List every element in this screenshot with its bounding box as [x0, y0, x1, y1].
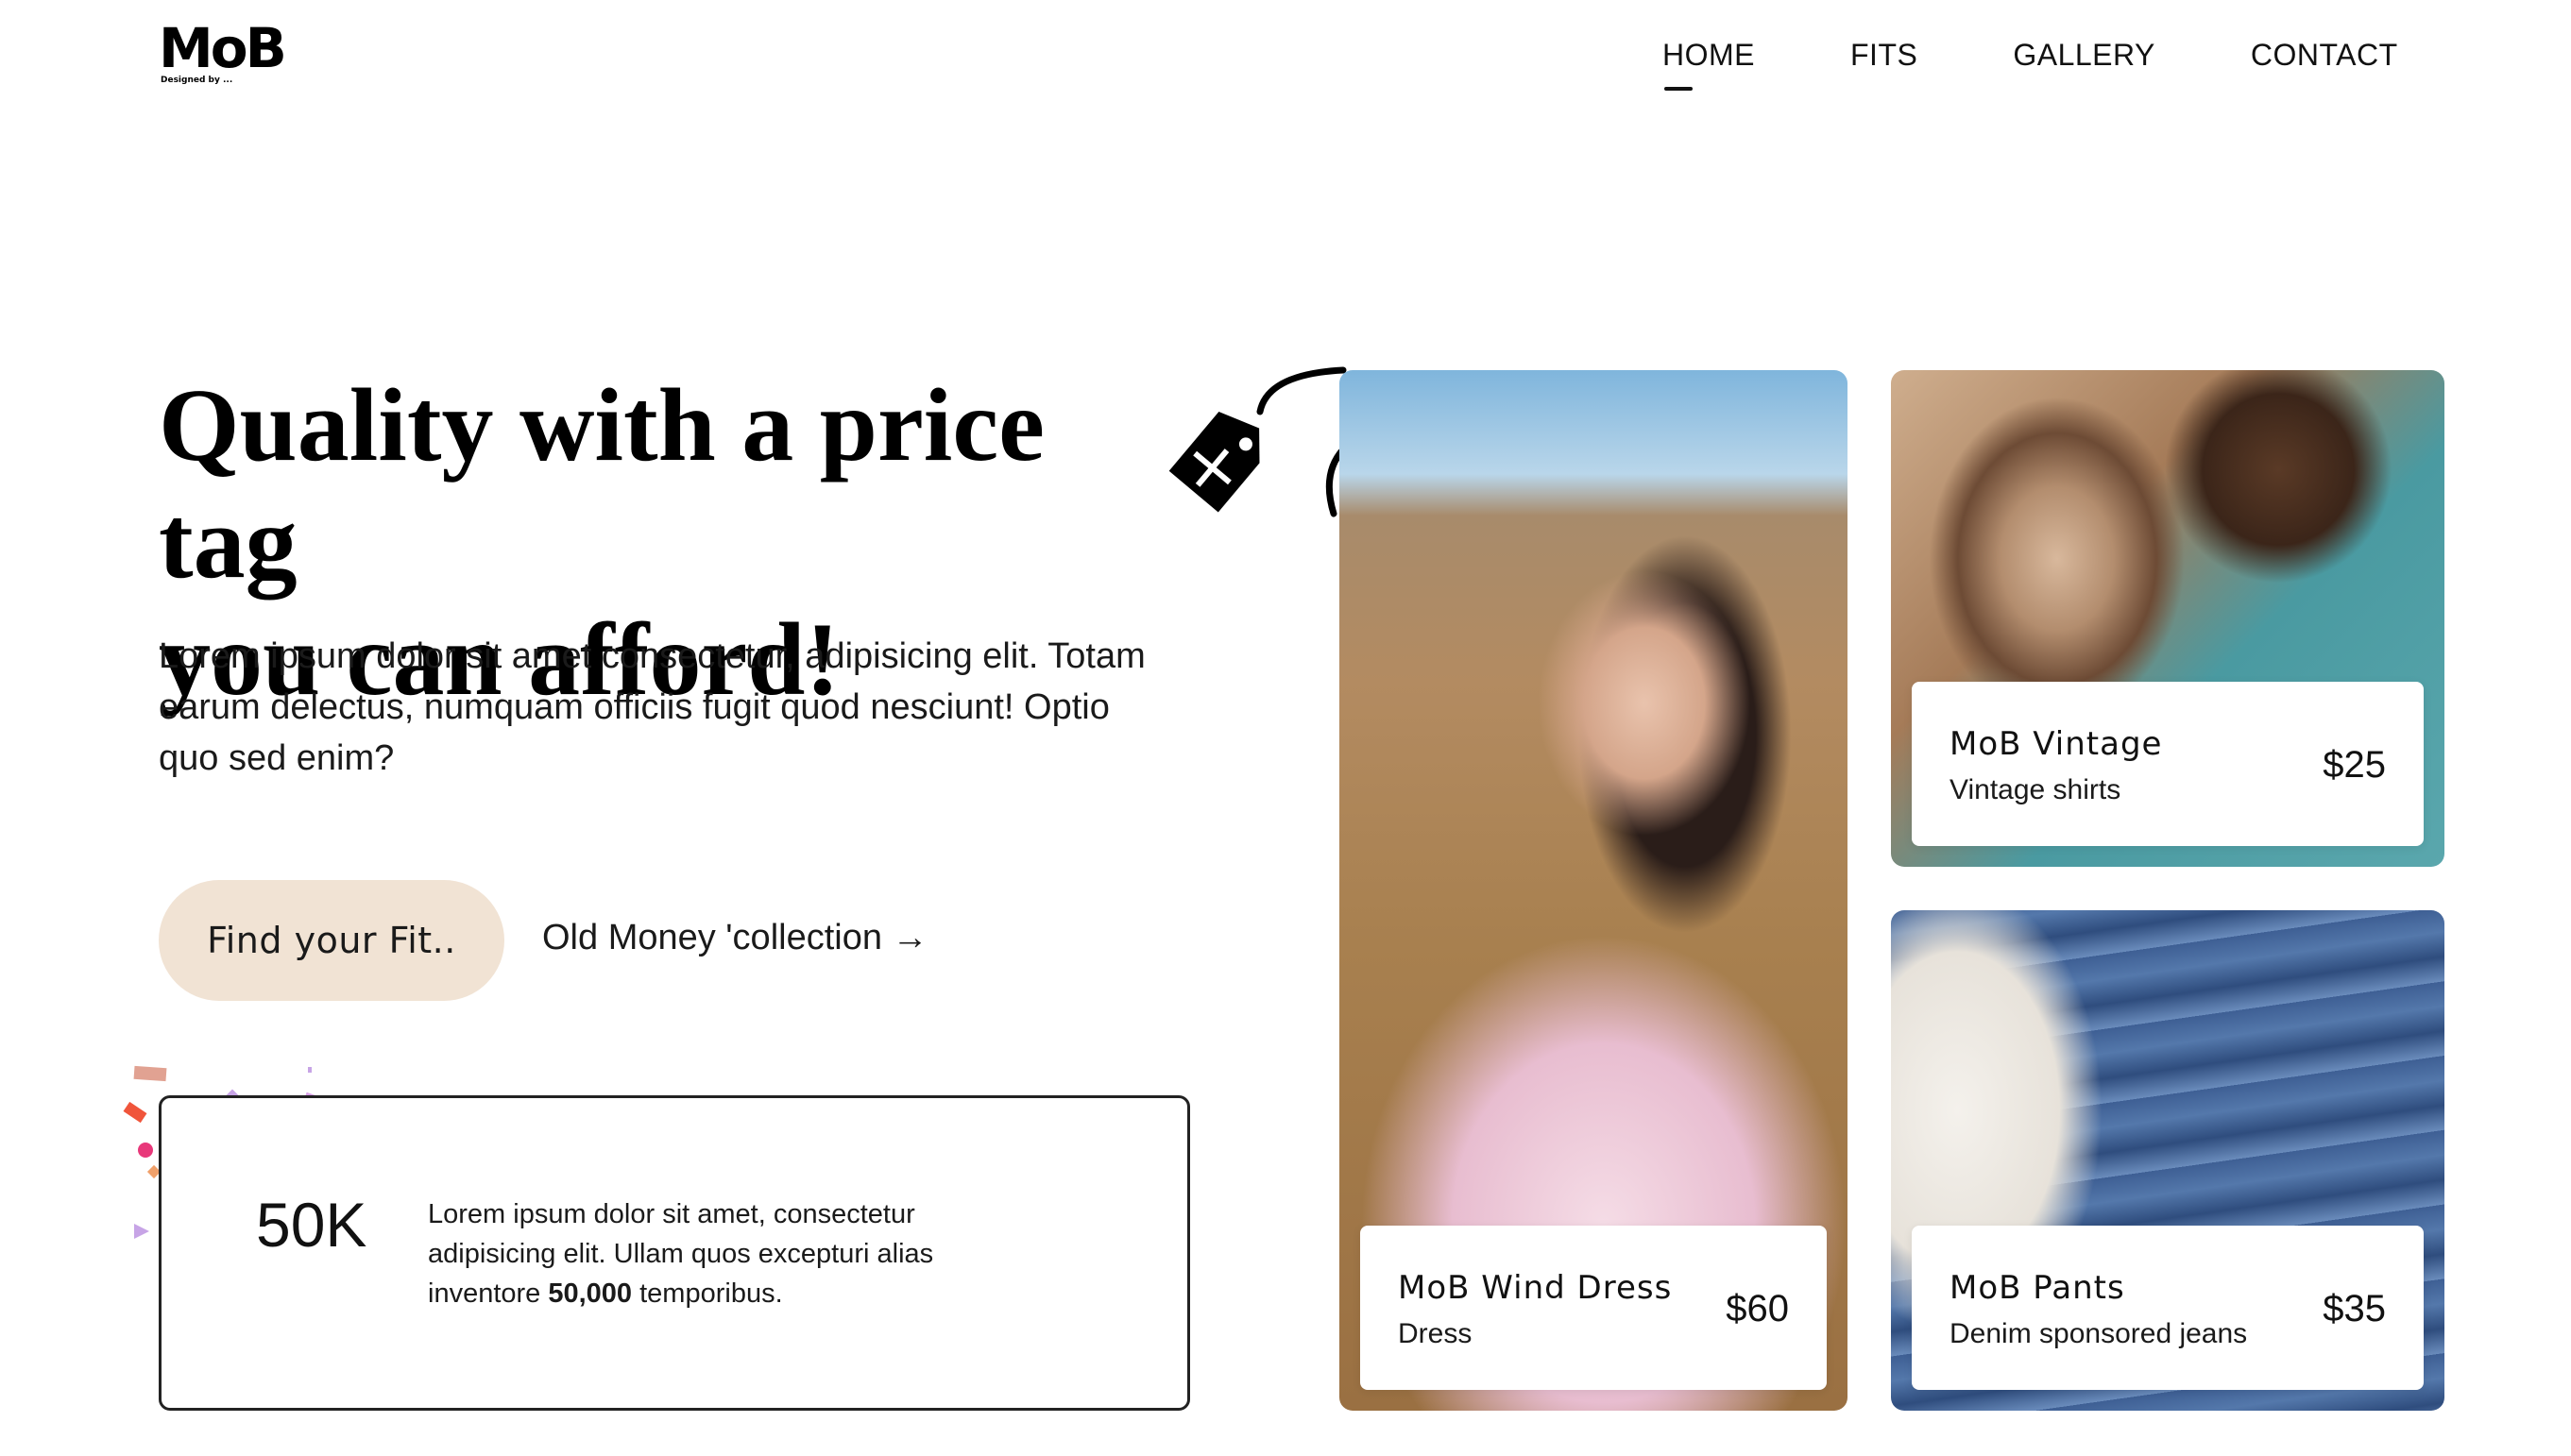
product-price: $60 [1726, 1288, 1789, 1329]
logo-text: MoB [159, 16, 287, 80]
nav-fits[interactable]: FITS [1850, 38, 1917, 73]
product-category: Dress [1398, 1318, 1473, 1349]
hero-title-line1: Quality with a price tag [159, 367, 1046, 600]
product-card-vintage[interactable]: MoB Vintage Vintage shirts $25 [1891, 370, 2444, 867]
stats-text-after: temporibus. [632, 1278, 783, 1309]
stats-text-bold: 50,000 [548, 1278, 633, 1309]
price-tag-plus-icon [1168, 366, 1351, 517]
nav-contact[interactable]: CONTACT [2251, 38, 2398, 73]
product-info: MoB Vintage Vintage shirts $25 [1912, 682, 2424, 846]
product-category: Denim sponsored jeans [1950, 1318, 2248, 1349]
logo[interactable]: MoB Designed by ... [159, 21, 291, 89]
nav-gallery[interactable]: GALLERY [2013, 38, 2155, 73]
hero-description: Lorem ipsum dolor sit amet consectetur, … [159, 636, 1146, 778]
product-card-pants[interactable]: MoB Pants Denim sponsored jeans $35 [1891, 910, 2444, 1411]
product-name: MoB Vintage [1950, 725, 2163, 763]
product-name: MoB Wind Dress [1398, 1269, 1673, 1307]
product-card-wind-dress[interactable]: MoB Wind Dress Dress $60 [1339, 370, 1847, 1411]
old-money-collection-link[interactable]: Old Money 'collection → [542, 918, 928, 958]
product-price: $35 [2323, 1288, 2386, 1329]
product-name: MoB Pants [1950, 1269, 2125, 1307]
stats-card: 50K Lorem ipsum dolor sit amet, consecte… [159, 1095, 1190, 1411]
product-price: $25 [2323, 744, 2386, 786]
nav-home[interactable]: HOME [1662, 38, 1755, 91]
product-category: Vintage shirts [1950, 774, 2121, 805]
product-info: MoB Wind Dress Dress $60 [1360, 1226, 1827, 1390]
stats-description: Lorem ipsum dolor sit amet, consectetur … [428, 1194, 1032, 1313]
main-nav: HOME FITS GALLERY CONTACT [1662, 38, 2398, 91]
find-your-fit-button[interactable]: Find your Fit.. [159, 880, 504, 1001]
stats-number: 50K [256, 1190, 367, 1260]
product-info: MoB Pants Denim sponsored jeans $35 [1912, 1226, 2424, 1390]
